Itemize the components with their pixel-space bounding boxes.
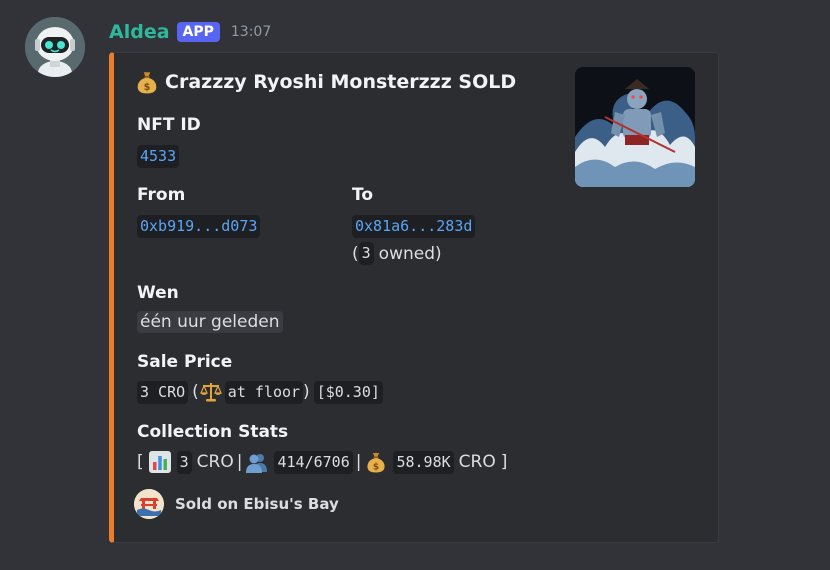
owned-count-value: 3: [358, 242, 374, 265]
sale-price-label: Sale Price: [137, 352, 233, 372]
volume-value: 58.98K: [393, 450, 454, 474]
from-address-link[interactable]: 0xb919...d073: [137, 215, 261, 238]
footer-text: Sold on Ebisu's Bay: [175, 495, 339, 513]
ebisus-bay-logo-icon: [134, 489, 164, 519]
message-header: Aldea APP 13:07: [109, 19, 271, 45]
usd-value: [$0.30]: [313, 380, 383, 404]
owned-label: owned: [378, 243, 436, 264]
app-badge: APP: [176, 22, 220, 42]
floor-unit: CRO: [196, 452, 234, 472]
nft-id-link[interactable]: 4533: [137, 145, 180, 168]
from-value: 0xb919...d073: [137, 215, 261, 238]
relative-timestamp[interactable]: één uur geleden: [137, 311, 283, 333]
floor-label: at floor: [224, 380, 304, 404]
embed-title-text: Crazzzy Ryoshi Monsterzzz SOLD: [165, 71, 517, 93]
bot-avatar[interactable]: [25, 17, 85, 77]
collection-stats-value: [ 3 CRO | 414/6706 | $ 58.98K CRO ]: [137, 450, 508, 474]
owned-count: (3 owned): [352, 242, 442, 265]
collection-stats-label: Collection Stats: [137, 422, 289, 442]
svg-text:$: $: [373, 463, 379, 473]
to-value: 0x81a6...283d: [352, 215, 476, 238]
svg-text:$: $: [144, 82, 151, 93]
to-address-link[interactable]: 0x81a6...283d: [352, 215, 476, 238]
volume-unit: CRO: [458, 452, 496, 472]
money-bag-icon: $: [367, 453, 386, 473]
bar-chart-icon: [148, 451, 171, 473]
sale-price-value: 3 CRO ( at floor ) [$0.30]: [137, 380, 383, 404]
to-label: To: [352, 185, 374, 205]
timestamp[interactable]: 13:07: [231, 24, 271, 40]
nft-id-label: NFT ID: [137, 115, 201, 135]
wen-label: Wen: [137, 283, 179, 303]
wen-value: één uur geleden: [137, 311, 283, 333]
from-label: From: [137, 185, 186, 205]
sale-embed: $ Crazzzy Ryoshi Monsterzzz SOLD NFT ID …: [109, 52, 719, 543]
username[interactable]: Aldea: [109, 21, 170, 43]
nft-thumbnail[interactable]: [575, 67, 695, 187]
holders-count: 414/6706: [274, 450, 353, 474]
balance-scale-icon: [199, 383, 222, 402]
money-bag-icon: $: [137, 72, 157, 94]
floor-price: 3: [176, 450, 192, 474]
embed-footer: Sold on Ebisu's Bay: [134, 489, 339, 519]
embed-title: $ Crazzzy Ryoshi Monsterzzz SOLD: [134, 69, 516, 95]
nft-id-value: 4533: [137, 145, 180, 168]
sale-amount: 3 CRO: [137, 380, 189, 404]
people-icon: [246, 454, 268, 473]
